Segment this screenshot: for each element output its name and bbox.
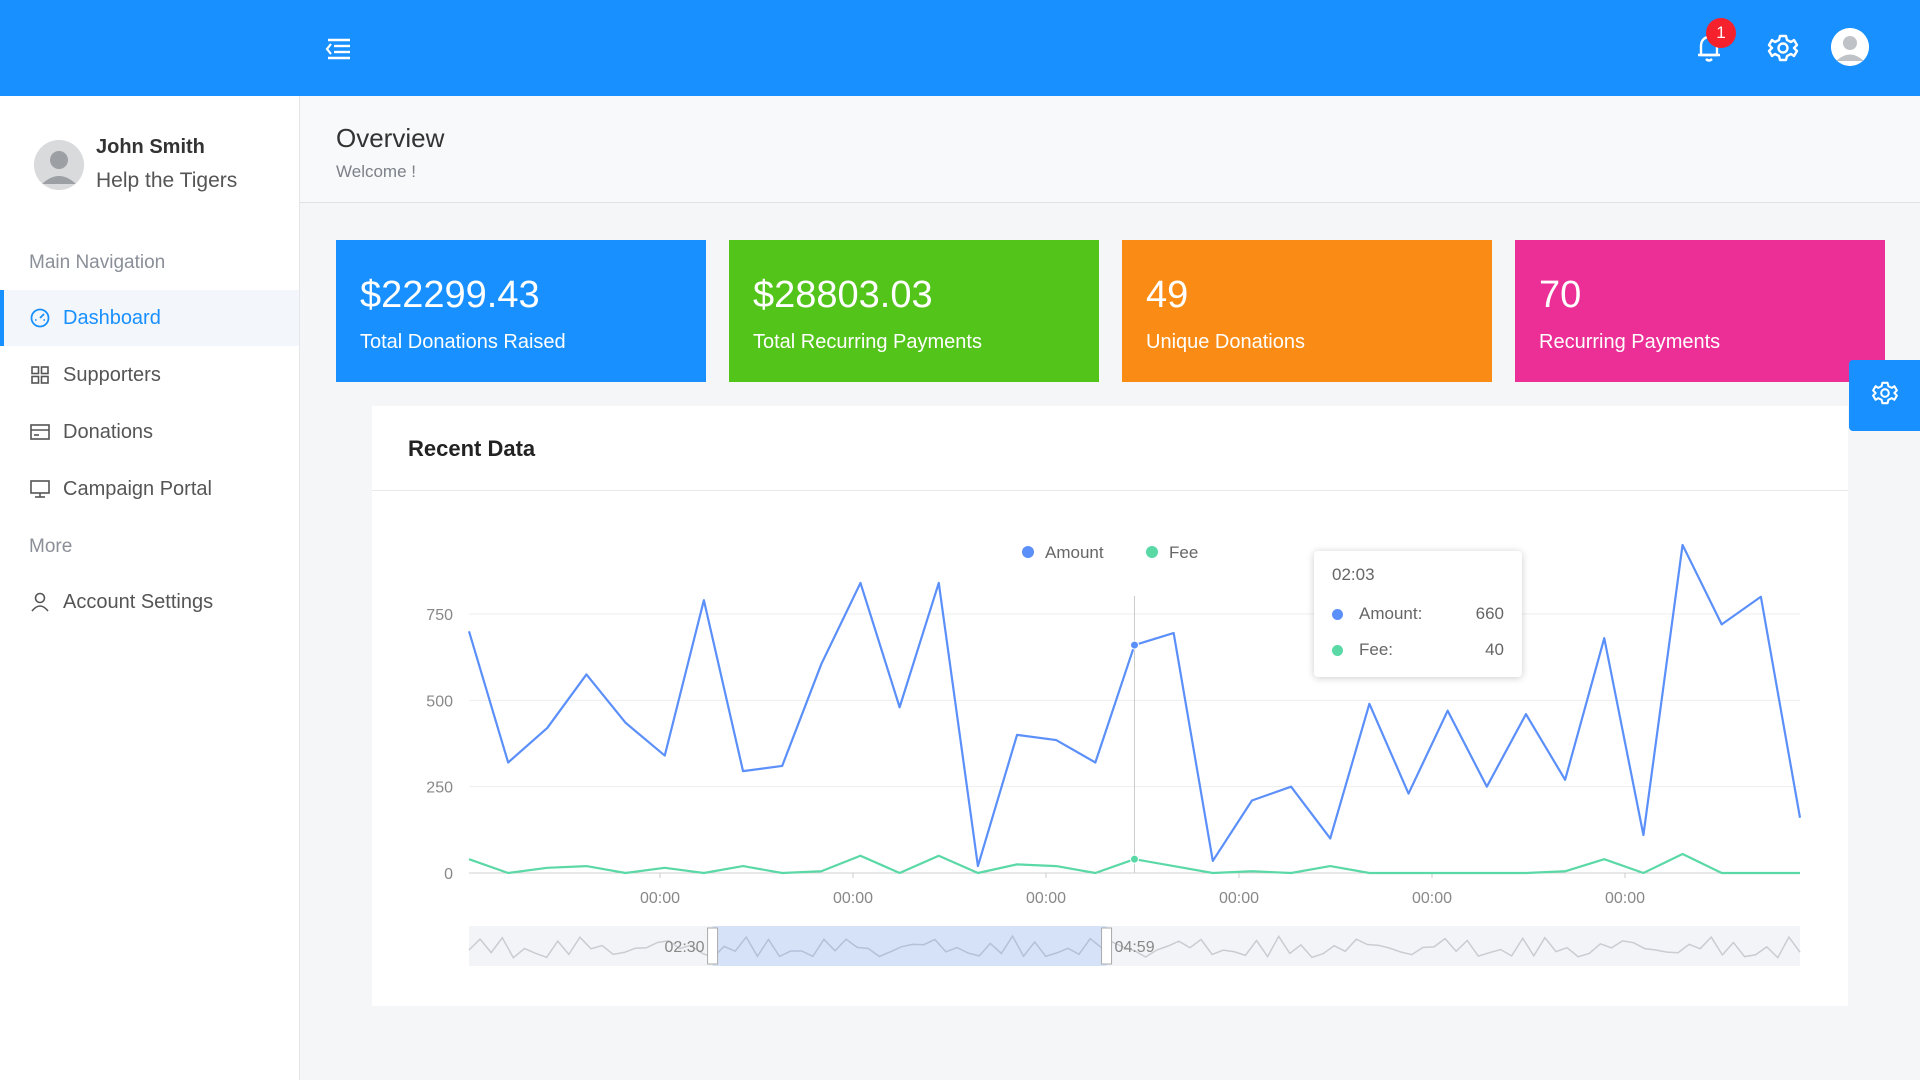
tooltip-row-amount: Amount: 660: [1332, 601, 1504, 627]
stat-card-total-donations: $22299.43 Total Donations Raised: [336, 240, 706, 382]
sidebar-item-supporters[interactable]: Supporters: [0, 347, 299, 403]
sidebar-item-label: Supporters: [63, 363, 161, 386]
settings-gear-icon[interactable]: [1763, 28, 1803, 68]
notification-badge: 1: [1706, 18, 1736, 48]
recent-data-card: Recent Data Amount Fee 0 250 500 750 00:00 00…: [372, 406, 1848, 1006]
sidebar-item-label: Account Settings: [63, 590, 214, 613]
nav-section-main: Main Navigation: [29, 252, 166, 273]
sidebar-item-account-settings[interactable]: Account Settings: [0, 574, 299, 630]
tooltip-time: 02:03: [1332, 565, 1375, 584]
top-bar: 1: [0, 0, 1920, 96]
sidebar-item-donations[interactable]: Donations: [0, 404, 299, 460]
page-header: [300, 96, 1920, 203]
top-user-avatar[interactable]: [1831, 28, 1869, 66]
stat-value: 70: [1539, 274, 1582, 316]
zoom-slider-end-handle[interactable]: [1101, 927, 1113, 965]
sidebar-item-dashboard[interactable]: Dashboard: [0, 290, 299, 346]
stat-label: Total Donations Raised: [360, 331, 566, 353]
sidebar-item-campaign-portal[interactable]: Campaign Portal: [0, 461, 299, 517]
chart-tooltip: 02:03 Amount: 660 Fee: 40: [1314, 551, 1522, 677]
x-tick-label: 00:00: [640, 890, 680, 907]
stat-label: Unique Donations: [1146, 331, 1305, 353]
x-tick-label: 00:00: [1412, 890, 1452, 907]
stat-value: $22299.43: [360, 274, 540, 316]
monitor-icon: [29, 478, 51, 500]
sidebar-item-label: Campaign Portal: [63, 477, 212, 500]
dashboard-icon: [29, 307, 51, 329]
x-tick-label: 00:00: [1219, 890, 1259, 907]
floating-settings-button[interactable]: [1849, 360, 1920, 431]
sidebar: John Smith Help the Tigers Main Navigati…: [0, 96, 300, 1080]
stat-label: Recurring Payments: [1539, 331, 1721, 353]
legend-item-amount[interactable]: Amount: [1022, 543, 1104, 562]
tooltip-row-fee: Fee: 40: [1332, 637, 1504, 663]
line-chart[interactable]: Amount Fee 0 250 500 750 00:00 00:00 00:00 00:0…: [372, 406, 1848, 1006]
y-tick-label: 250: [426, 780, 453, 797]
sidebar-item-label: Dashboard: [63, 306, 161, 329]
hover-point-fee: [1130, 854, 1139, 864]
zoom-slider-end-label: 04:59: [1115, 939, 1155, 956]
zoom-slider-selection[interactable]: [712, 926, 1107, 966]
stat-card-recurring-payments: 70 Recurring Payments: [1515, 240, 1885, 382]
settings-gear-icon: [1868, 376, 1902, 415]
user-name: John Smith: [96, 136, 205, 158]
user-icon: [29, 591, 51, 613]
y-tick-label: 0: [444, 866, 453, 883]
card-icon: [29, 421, 51, 443]
zoom-slider-start-label: 02:30: [665, 939, 705, 956]
legend-label: Amount: [1045, 543, 1104, 562]
sidebar-item-label: Donations: [63, 420, 154, 443]
stat-value: 49: [1146, 274, 1189, 316]
fee-dot-icon: [1332, 644, 1343, 656]
page-title: Overview: [336, 123, 445, 153]
tooltip-row-name: Fee:: [1359, 640, 1394, 659]
grid-icon: [29, 364, 51, 386]
legend-item-fee[interactable]: Fee: [1146, 543, 1198, 562]
tooltip-row-name: Amount:: [1359, 604, 1423, 623]
stat-card-unique-donations: 49 Unique Donations: [1122, 240, 1492, 382]
zoom-slider-start-handle[interactable]: [707, 927, 719, 965]
y-tick-label: 500: [426, 693, 453, 710]
user-organization: Help the Tigers: [96, 169, 238, 192]
tooltip-row-value: 40: [1485, 640, 1504, 659]
stat-card-recurring-total: $28803.03 Total Recurring Payments: [729, 240, 1099, 382]
user-avatar: [34, 140, 84, 190]
x-tick-label: 00:00: [1605, 890, 1645, 907]
menu-toggle-icon[interactable]: [320, 34, 354, 62]
page-subtitle: Welcome !: [336, 162, 416, 181]
y-tick-label: 750: [426, 607, 453, 624]
stat-value: $28803.03: [753, 274, 933, 316]
tooltip-row-value: 660: [1475, 604, 1504, 623]
stat-label: Total Recurring Payments: [753, 331, 982, 353]
nav-section-more: More: [29, 536, 73, 557]
x-tick-label: 00:00: [833, 890, 873, 907]
amount-dot-icon: [1332, 608, 1343, 620]
hover-point-amount: [1130, 640, 1139, 650]
x-tick-label: 00:00: [1026, 890, 1066, 907]
legend-label: Fee: [1169, 543, 1198, 562]
